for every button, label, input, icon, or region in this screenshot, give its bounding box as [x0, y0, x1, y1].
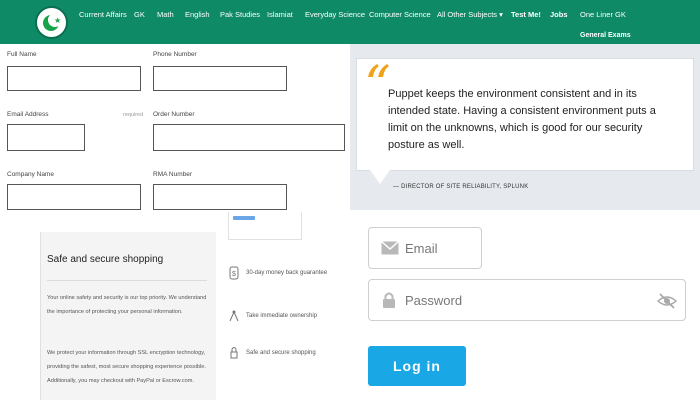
email-field[interactable] [7, 124, 85, 151]
safe-shopping-paragraph-1: Your online safety and security is our t… [47, 295, 207, 315]
email-label: Email Address [7, 111, 49, 118]
rma-number-field[interactable] [153, 184, 287, 210]
order-number-label: Order Number [153, 111, 195, 118]
lock-icon [382, 291, 396, 314]
email-placeholder: Email [405, 241, 438, 256]
feature-ownership: Take immediate ownership [246, 313, 318, 319]
side-card-link[interactable] [233, 216, 255, 220]
nav-item-gk[interactable]: GK [134, 10, 145, 19]
nav-item-general-exams[interactable]: General Exams [580, 32, 631, 39]
full-name-field[interactable] [7, 66, 141, 91]
feature-secure-shopping: Safe and secure shopping [246, 350, 316, 356]
svg-text:$: $ [232, 271, 236, 278]
full-name-label: Full Name [7, 51, 37, 58]
nav-item-jobs[interactable]: Jobs [550, 10, 568, 19]
email-input[interactable]: Email [368, 227, 482, 269]
nav-item-all-other-subjects[interactable]: All Other Subjects ▾ [437, 10, 503, 19]
nav-item-computer-science[interactable]: Computer Science [369, 10, 431, 19]
login-button[interactable]: Log in [368, 346, 466, 386]
testimonial-tail [370, 170, 390, 184]
safe-shopping-paragraph-2: We protect your information through SSL … [47, 350, 206, 384]
site-logo[interactable]: ★ [35, 6, 68, 39]
nav-item-current-affairs[interactable]: Current Affairs [79, 10, 127, 19]
company-name-label: Company Name [7, 171, 54, 178]
nav-item-islamiat[interactable]: Islamiat [267, 10, 293, 19]
company-name-field[interactable] [7, 184, 141, 210]
ownership-icon [228, 309, 240, 323]
nav-item-test-me[interactable]: Test Me! [511, 10, 541, 19]
order-number-field[interactable] [153, 124, 345, 151]
divider [47, 280, 207, 281]
eye-slash-icon[interactable] [656, 293, 678, 314]
email-required-hint: required [123, 112, 144, 118]
password-placeholder: Password [405, 293, 463, 308]
quote-mark-icon: “ [364, 56, 391, 116]
safe-shopping-title: Safe and secure shopping [47, 254, 164, 265]
testimonial-text: Puppet keeps the environment consistent … [388, 88, 656, 151]
nav-item-math[interactable]: Math [157, 10, 174, 19]
testimonial-author: — DIRECTOR OF SITE RELIABILITY, SPLUNK [393, 184, 529, 190]
password-input[interactable]: Password [368, 279, 686, 321]
nav-item-pak-studies[interactable]: Pak Studies [220, 10, 260, 19]
money-back-icon: $ [228, 266, 240, 280]
rma-number-label: RMA Number [153, 171, 193, 178]
nav-item-one-liner-gk[interactable]: One Liner GK [580, 10, 626, 19]
envelope-icon [381, 240, 399, 260]
secure-shopping-icon [228, 346, 240, 360]
phone-label: Phone Number [153, 51, 197, 58]
phone-field[interactable] [153, 66, 287, 91]
nav-item-everyday-science[interactable]: Everyday Science [305, 10, 365, 19]
nav-item-english[interactable]: English [185, 10, 210, 19]
top-navbar: ★ Current Affairs GK Math English Pak St… [0, 0, 700, 44]
feature-money-back: 30-day money back guarantee [246, 270, 328, 276]
